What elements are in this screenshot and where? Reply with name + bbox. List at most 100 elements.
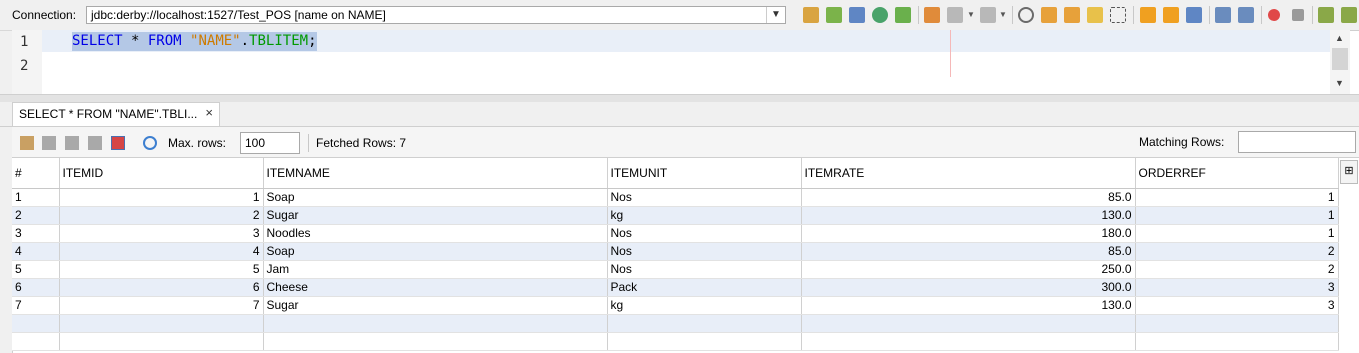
table-row[interactable]: 6 6 Cheese Pack 300.0 3: [12, 278, 1339, 297]
result-tab[interactable]: SELECT * FROM "NAME".TBLI... ×: [12, 102, 220, 126]
column-header[interactable]: ITEMID: [59, 158, 264, 189]
table-cell[interactable]: 2: [1135, 242, 1339, 261]
column-header[interactable]: ITEMRATE: [801, 158, 1136, 189]
truncate-table-icon[interactable]: [111, 136, 125, 150]
close-icon[interactable]: ×: [205, 105, 213, 120]
next-bookmark-icon[interactable]: [1163, 7, 1179, 23]
run-statement-icon[interactable]: [826, 7, 842, 23]
table-cell[interactable]: 1: [1135, 224, 1339, 243]
table-cell[interactable]: Jam: [263, 260, 608, 279]
table-cell[interactable]: Soap: [263, 188, 608, 207]
table-cell[interactable]: 250.0: [801, 260, 1136, 279]
refresh-icon[interactable]: [143, 136, 157, 150]
uncomment-icon[interactable]: [1341, 7, 1357, 23]
table-cell[interactable]: 3: [1135, 278, 1339, 297]
table-cell[interactable]: 3: [12, 224, 60, 243]
insert-record-icon[interactable]: [20, 136, 34, 150]
table-row[interactable]: 4 4 Soap Nos 85.0 2: [12, 242, 1339, 261]
toolbar-separator: [308, 134, 309, 152]
table-cell[interactable]: 3: [59, 224, 264, 243]
column-header[interactable]: ITEMUNIT: [607, 158, 802, 189]
explain-icon[interactable]: [849, 7, 865, 23]
table-row[interactable]: 3 3 Noodles Nos 180.0 1: [12, 224, 1339, 243]
table-cell[interactable]: 7: [12, 296, 60, 315]
sql-statement[interactable]: SELECT * FROM "NAME".TBLITEM;: [72, 32, 317, 51]
table-row[interactable]: 7 7 Sugar kg 130.0 3: [12, 296, 1339, 315]
scrollbar-thumb[interactable]: [1332, 48, 1348, 70]
column-chooser-icon[interactable]: ⊞: [1340, 160, 1358, 184]
table-cell[interactable]: Sugar: [263, 296, 608, 315]
table-cell[interactable]: Nos: [607, 260, 802, 279]
shift-left-icon[interactable]: [1215, 7, 1231, 23]
table-cell[interactable]: 6: [12, 278, 60, 297]
table-row[interactable]: 1 1 Soap Nos 85.0 1: [12, 188, 1339, 207]
commit-icon[interactable]: [924, 7, 940, 23]
previous-bookmark-icon[interactable]: [1140, 7, 1156, 23]
keep-tabs-icon[interactable]: [895, 7, 911, 23]
empty-cell: [263, 314, 608, 333]
table-cell[interactable]: Sugar: [263, 206, 608, 225]
table-cell[interactable]: 7: [59, 296, 264, 315]
table-cell[interactable]: kg: [607, 206, 802, 225]
table-cell[interactable]: 180.0: [801, 224, 1136, 243]
rectangular-select-icon[interactable]: [1110, 7, 1126, 23]
empty-cell: [59, 332, 264, 351]
table-cell[interactable]: 2: [59, 206, 264, 225]
search-icon[interactable]: [1018, 7, 1034, 23]
rollback-icon[interactable]: [947, 7, 963, 23]
start-macro-icon[interactable]: [1268, 9, 1280, 21]
shift-right-icon[interactable]: [1238, 7, 1254, 23]
matching-rows-label: Matching Rows:: [1139, 135, 1225, 149]
find-previous-icon[interactable]: [1041, 7, 1057, 23]
table-row[interactable]: 5 5 Jam Nos 250.0 2: [12, 260, 1339, 279]
table-row[interactable]: 2 2 Sugar kg 130.0 1: [12, 206, 1339, 225]
table-cell[interactable]: 5: [59, 260, 264, 279]
max-rows-input[interactable]: 100: [240, 132, 300, 154]
cancel-edits-icon[interactable]: [88, 136, 102, 150]
table-cell[interactable]: 2: [1135, 260, 1339, 279]
toggle-highlight-icon[interactable]: [1087, 7, 1103, 23]
table-cell[interactable]: 4: [59, 242, 264, 261]
column-header[interactable]: #: [12, 158, 60, 189]
table-cell[interactable]: Nos: [607, 224, 802, 243]
table-cell[interactable]: Pack: [607, 278, 802, 297]
transaction-icon[interactable]: [980, 7, 996, 23]
delete-record-icon[interactable]: [42, 136, 56, 150]
table-cell[interactable]: 3: [1135, 296, 1339, 315]
column-header[interactable]: ORDERREF: [1135, 158, 1339, 189]
table-cell[interactable]: 130.0: [801, 296, 1136, 315]
table-cell[interactable]: 85.0: [801, 242, 1136, 261]
comment-icon[interactable]: [1318, 7, 1334, 23]
matching-rows-input[interactable]: [1238, 131, 1356, 153]
table-cell[interactable]: 2: [12, 206, 60, 225]
chevron-down-icon[interactable]: ▼: [766, 7, 785, 23]
table-cell[interactable]: 6: [59, 278, 264, 297]
table-cell[interactable]: 1: [1135, 206, 1339, 225]
table-cell[interactable]: 5: [12, 260, 60, 279]
connection-label: Connection:: [12, 8, 77, 22]
table-cell[interactable]: 1: [1135, 188, 1339, 207]
toolbar-separator: [1209, 6, 1210, 24]
commit-record-icon[interactable]: [65, 136, 79, 150]
stop-macro-icon[interactable]: [1292, 9, 1304, 21]
chevron-down-icon[interactable]: ▼: [1335, 78, 1344, 88]
history-icon[interactable]: [872, 7, 888, 23]
table-cell[interactable]: Soap: [263, 242, 608, 261]
chevron-up-icon[interactable]: ▲: [1335, 33, 1344, 43]
table-cell[interactable]: 1: [12, 188, 60, 207]
table-cell[interactable]: 130.0: [801, 206, 1136, 225]
table-cell[interactable]: Noodles: [263, 224, 608, 243]
table-cell[interactable]: Nos: [607, 188, 802, 207]
column-header[interactable]: ITEMNAME: [263, 158, 608, 189]
table-cell[interactable]: 300.0: [801, 278, 1136, 297]
connection-select[interactable]: jdbc:derby://localhost:1527/Test_POS [na…: [86, 6, 786, 24]
table-cell[interactable]: Cheese: [263, 278, 608, 297]
toggle-bookmark-icon[interactable]: [1186, 7, 1202, 23]
table-cell[interactable]: 1: [59, 188, 264, 207]
run-sql-icon[interactable]: [803, 7, 819, 23]
find-next-icon[interactable]: [1064, 7, 1080, 23]
table-cell[interactable]: 85.0: [801, 188, 1136, 207]
table-cell[interactable]: 4: [12, 242, 60, 261]
table-cell[interactable]: Nos: [607, 242, 802, 261]
table-cell[interactable]: kg: [607, 296, 802, 315]
